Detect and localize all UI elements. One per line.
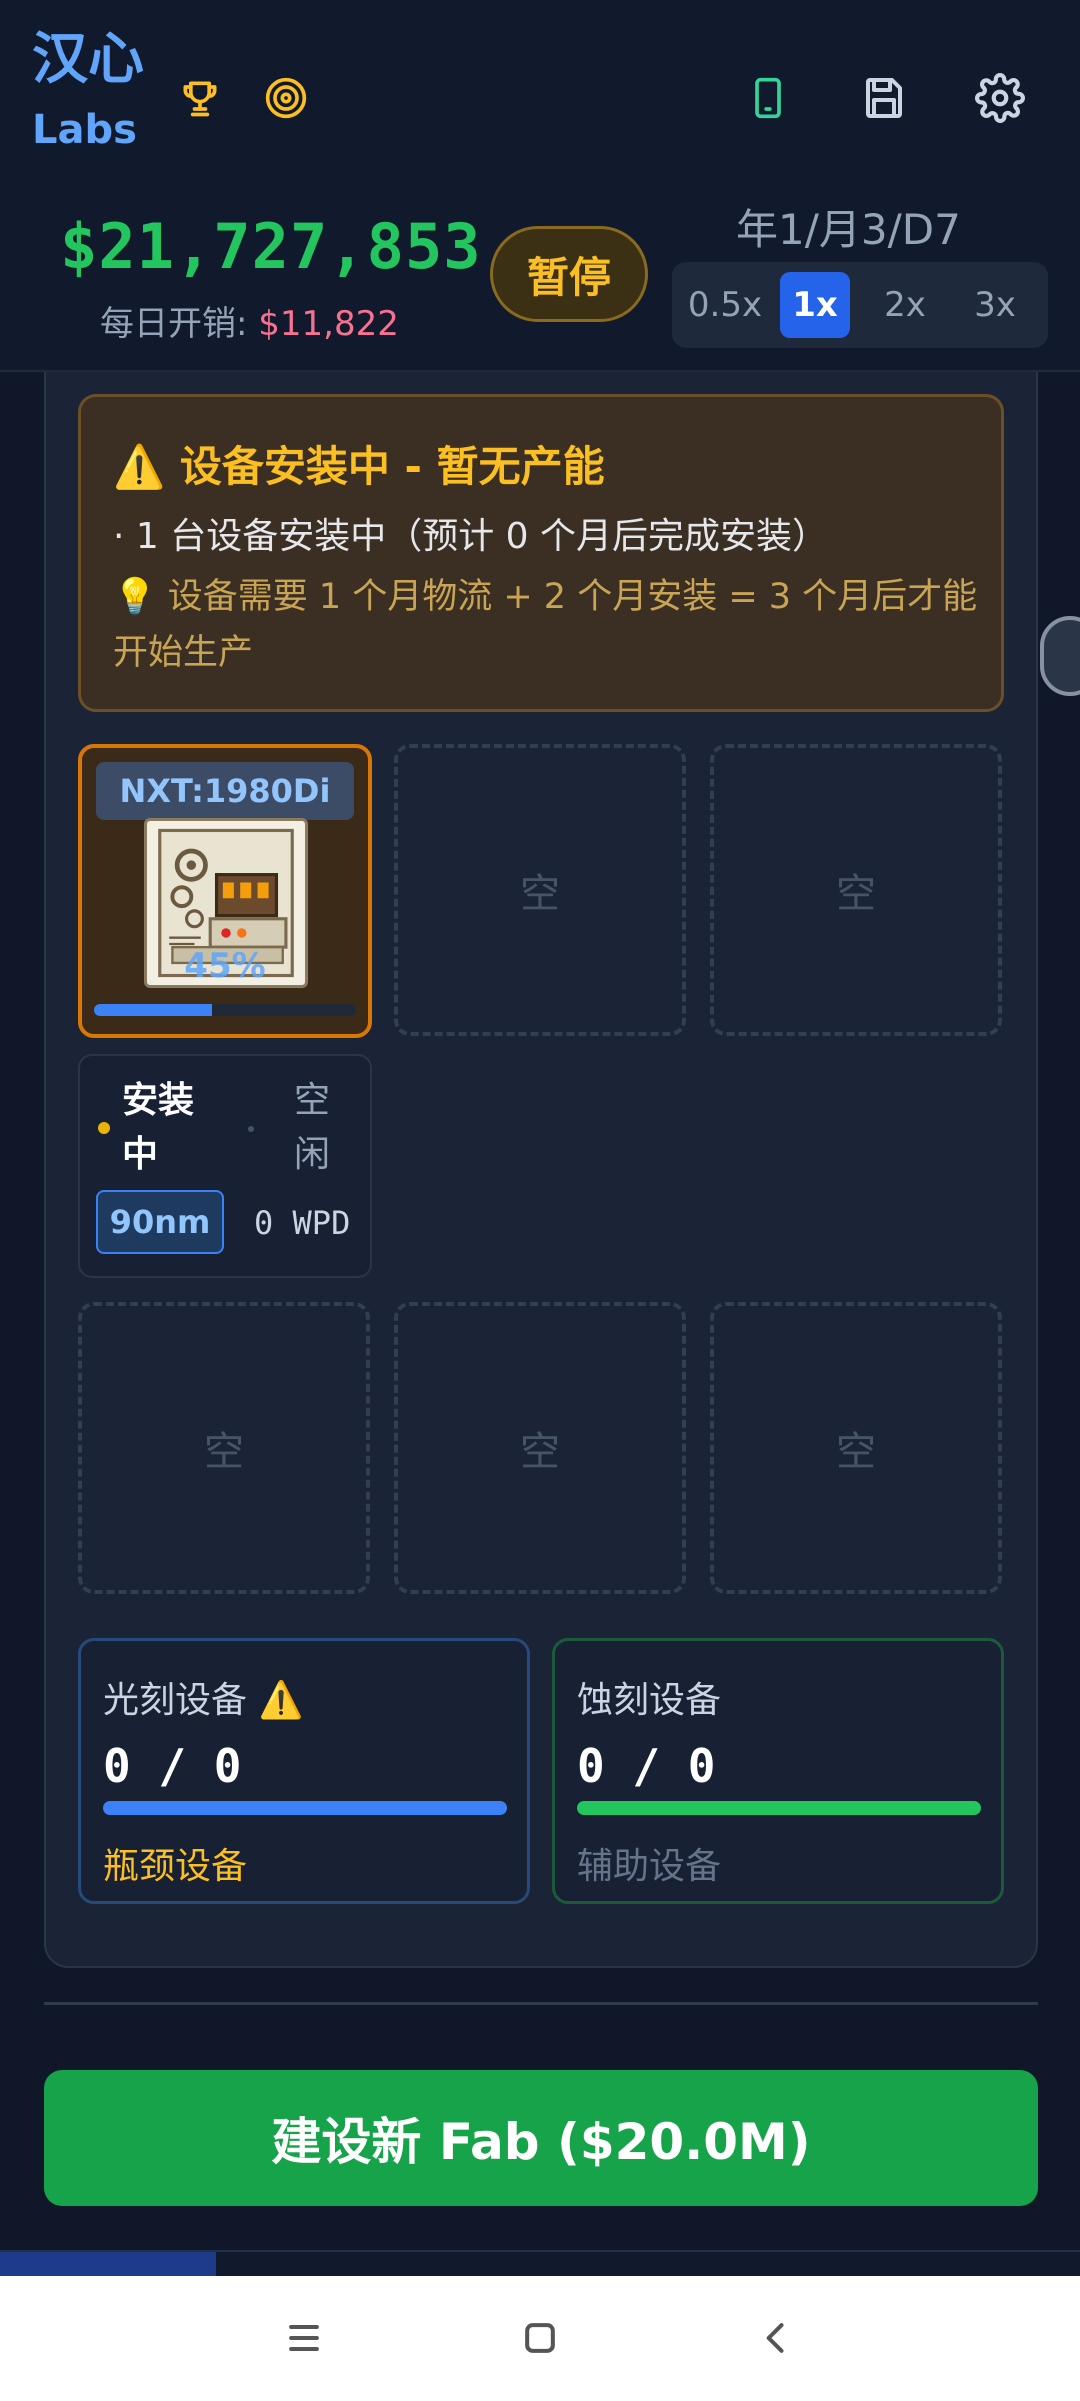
system-nav-bar [0, 2276, 1080, 2401]
etch-count: 0 / 0 [577, 1739, 716, 1793]
equipment-slot-empty[interactable]: 空 [394, 1302, 686, 1594]
bottom-tab-strip [0, 2250, 1080, 2276]
speed-3x-button[interactable]: 3x [960, 272, 1030, 338]
install-progress-bar [94, 1004, 356, 1016]
top-bar: 汉心 Labs $21,727,853 每日开销: $11,822 暂停 年1/… [0, 0, 1080, 372]
etch-title: 蚀刻设备 [577, 1680, 722, 1721]
lithography-role: 瓶颈设备 [103, 1846, 248, 1887]
daily-expense: 每日开销: $11,822 [100, 296, 399, 345]
idle-status-label: 空闲 [294, 1080, 331, 1175]
install-alert: ⚠️ 设备安装中 - 暂无产能 · 1 台设备安装中（预计 0 个月后完成安装）… [78, 394, 1004, 712]
daily-expense-label: 每日开销: [100, 304, 248, 344]
save-icon[interactable] [856, 70, 912, 126]
cash-balance: $21,727,853 [60, 210, 482, 283]
installing-status-dot [98, 1122, 110, 1134]
etch-counter[interactable]: 蚀刻设备 0 / 0 辅助设备 [552, 1638, 1004, 1904]
lithography-counter[interactable]: 光刻设备 ⚠️ 0 / 0 瓶颈设备 [78, 1638, 530, 1904]
etch-role: 辅助设备 [577, 1846, 722, 1887]
equipment-name: NXT:1980Di [96, 762, 354, 820]
speed-1x-button[interactable]: 1x [780, 272, 850, 338]
alert-install-count: · 1 台设备安装中（预计 0 个月后完成安装） [113, 516, 829, 557]
lithography-bar [103, 1801, 507, 1815]
equipment-slot-empty[interactable]: 空 [710, 744, 1002, 1036]
install-progress-label: 45% [184, 946, 266, 986]
equipment-slot-empty[interactable]: 空 [394, 744, 686, 1036]
back-icon[interactable] [744, 2306, 808, 2370]
wafers-per-day: 0 WPD [254, 1204, 351, 1242]
equipment-slot-empty[interactable]: 空 [78, 1302, 370, 1594]
equipment-status-card: 安装中 空闲 90nm 0 WPD [78, 1054, 372, 1278]
equipment-slot-empty[interactable]: 空 [710, 1302, 1002, 1594]
daily-expense-value: $11,822 [258, 304, 399, 344]
pause-button[interactable]: 暂停 [490, 226, 648, 322]
game-date: 年1/月3/D7 [736, 205, 961, 254]
active-tab-indicator [0, 2252, 216, 2276]
lithography-count: 0 / 0 [103, 1739, 242, 1793]
speed-selector: 0.5x 1x 2x 3x [672, 262, 1048, 348]
drawer-handle[interactable] [1040, 616, 1080, 696]
speed-0.5x-button[interactable]: 0.5x [688, 272, 762, 338]
speed-2x-button[interactable]: 2x [870, 272, 940, 338]
trophy-icon[interactable] [172, 70, 228, 126]
build-fab-button[interactable]: 建设新 Fab ($20.0M) [44, 2070, 1038, 2206]
phone-icon[interactable] [740, 70, 796, 126]
etch-bar [577, 1801, 981, 1815]
equipment-slot-1[interactable]: NXT:1980Di 45% [78, 744, 372, 1038]
process-node-badge: 90nm [96, 1190, 224, 1254]
install-progress-fill [94, 1004, 212, 1016]
alert-tip: 💡 设备需要 1 个月物流 + 2 个月安装 = 3 个月后才能开始生产 [113, 577, 978, 673]
gear-icon[interactable] [972, 70, 1028, 126]
section-divider [44, 2002, 1038, 2005]
menu-icon[interactable] [272, 2306, 336, 2370]
target-icon[interactable] [258, 70, 314, 126]
logo-subtitle: Labs [32, 107, 137, 153]
lithography-title: 光刻设备 ⚠️ [103, 1680, 304, 1721]
idle-status-dot [248, 1126, 254, 1132]
home-icon[interactable] [508, 2306, 572, 2370]
logo-title: 汉心 [32, 27, 144, 92]
alert-title: ⚠️ 设备安装中 - 暂无产能 [113, 442, 605, 491]
installing-status-label: 安装中 [122, 1080, 195, 1175]
